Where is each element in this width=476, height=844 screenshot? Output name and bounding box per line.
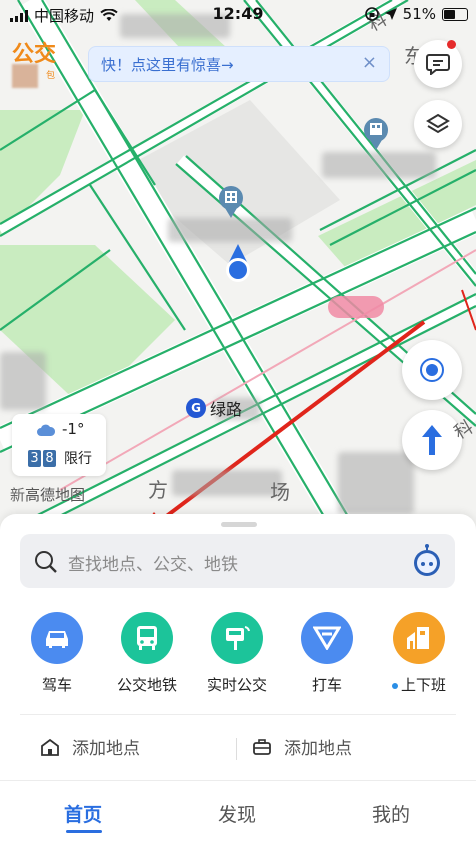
briefcase-icon [253, 738, 271, 755]
promo-text: 快！点这里有惊喜→ [101, 55, 234, 74]
shortcut-label: 打车 [311, 676, 342, 694]
city-sub: 包 [46, 71, 56, 81]
tab-discover[interactable]: 发现 [218, 800, 256, 827]
map-label: 方 [148, 478, 168, 502]
blurred-label [168, 218, 292, 242]
voice-assistant-icon[interactable] [411, 544, 443, 578]
favorite-label: 添加地点 [72, 739, 140, 759]
shortcut-drive[interactable]: 驾车 [12, 612, 102, 695]
drag-handle[interactable] [221, 522, 257, 527]
message-icon [426, 54, 450, 75]
lock-rotation-icon [364, 7, 379, 21]
locate-button[interactable] [402, 340, 462, 400]
status-bar: 中国移动 12:49 51% [0, 0, 476, 30]
metro-station-label: 绿路 [210, 400, 243, 419]
add-work-place[interactable]: 添加地点 [252, 734, 352, 759]
search-input[interactable]: 查找地点、公交、地铁 [20, 534, 455, 588]
message-button[interactable] [414, 40, 462, 88]
shortcut-taxi[interactable]: 打车 [282, 612, 372, 695]
favorite-label: 添加地点 [284, 739, 352, 759]
battery-icon [442, 7, 468, 21]
commute-icon [393, 612, 445, 664]
shortcut-bar: 驾车 公交地铁 实时公交 打车 上下班 [0, 612, 476, 702]
tab-home[interactable]: 首页 [64, 800, 102, 827]
car-icon [31, 612, 83, 664]
layers-icon [426, 113, 450, 134]
limit-number: 8 [43, 449, 56, 467]
poi-marker-pink[interactable] [328, 296, 384, 318]
promo-banner[interactable]: 快！点这里有惊喜→ × [88, 46, 390, 82]
shortcut-realtime-bus[interactable]: 实时公交 [192, 612, 282, 695]
limit-number: 3 [28, 449, 41, 467]
map-label: 场 [270, 480, 290, 504]
notification-dot [447, 40, 456, 49]
locate-icon [420, 358, 444, 382]
amap-brand-text: 高德地图 [25, 486, 86, 504]
layers-button[interactable] [414, 100, 462, 148]
active-tab-indicator [66, 830, 102, 833]
limit-label: 限行 [64, 451, 92, 467]
add-home-place[interactable]: 添加地点 [40, 734, 140, 759]
home-icon [41, 738, 59, 756]
tab-bar: 首页 发现 我的 [0, 780, 476, 844]
blurred-label [172, 470, 282, 496]
metro-icon: G [186, 398, 206, 418]
blurred-label [322, 152, 436, 178]
bus-stop-icon [211, 612, 263, 664]
battery-percent: 51% [402, 5, 436, 23]
close-icon[interactable]: × [362, 52, 377, 73]
cloud-icon [37, 424, 56, 436]
shortcut-label-text: 上下班 [400, 676, 446, 694]
location-arrow-icon [384, 8, 397, 20]
city-switcher[interactable]: 公交 包 [12, 36, 56, 88]
blurred-label [338, 452, 414, 514]
amap-partial-label: 新 [10, 486, 26, 504]
shortcut-transit[interactable]: 公交地铁 [102, 612, 192, 695]
metro-station[interactable]: G 绿路 [186, 396, 242, 420]
new-dot [391, 682, 398, 689]
traffic-limit: 3 8 限行 [28, 448, 92, 468]
shortcut-label: 实时公交 [206, 676, 267, 694]
favorites-separator [236, 738, 237, 760]
amap-brand: 新高德地图 [10, 484, 85, 505]
search-icon [35, 551, 57, 573]
shortcut-label: 驾车 [41, 676, 72, 694]
search-placeholder: 查找地点、公交、地铁 [68, 555, 238, 575]
shortcut-label: 公交地铁 [116, 676, 177, 694]
shortcut-label: 上下班 [374, 674, 464, 695]
temperature: -1° [62, 420, 85, 438]
tab-mine[interactable]: 我的 [372, 800, 410, 827]
taxi-icon [301, 612, 353, 664]
shortcut-commute[interactable]: 上下班 [374, 612, 464, 695]
navigate-arrow-icon [422, 425, 442, 455]
divider [20, 714, 456, 715]
blurred-label [0, 352, 46, 410]
bus-icon [121, 612, 173, 664]
bottom-sheet: 查找地点、公交、地铁 驾车 公交地铁 实时公交 打车 上下班 添加地点 添加地点… [0, 514, 476, 844]
city-avatar [12, 64, 38, 88]
weather-widget[interactable]: -1° 3 8 限行 [12, 414, 106, 476]
